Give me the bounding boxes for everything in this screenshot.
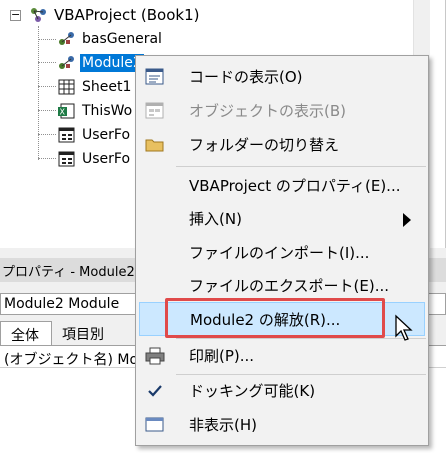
tree-collapse-button[interactable]: −: [10, 9, 21, 21]
object-name: Module2: [4, 296, 64, 312]
checkmark-icon: [145, 382, 165, 400]
workbook-icon: X: [58, 103, 76, 119]
tree-item-label: basGeneral: [82, 31, 162, 47]
object-type: Module: [68, 296, 120, 312]
code-view-icon: [145, 68, 165, 86]
menu-item-export-file[interactable]: ファイルのエクスポート(E)...: [139, 269, 425, 303]
tree-connector-line: [38, 134, 56, 135]
printer-icon: [145, 347, 165, 365]
sheet-icon: [58, 79, 76, 95]
tab-alphabetic[interactable]: 全体: [0, 321, 52, 345]
mouse-cursor-icon: [394, 314, 416, 344]
module-icon: [58, 55, 76, 71]
window-hide-icon: [145, 416, 165, 434]
properties-title: プロパティ - Module2: [2, 264, 135, 280]
tree-item-thisworkbook[interactable]: X ThisWo: [58, 100, 134, 122]
menu-item-import-file[interactable]: ファイルのインポート(I)...: [139, 236, 425, 270]
menu-item-label: ファイルのエクスポート(E)...: [189, 277, 390, 295]
menu-item-label: フォルダーの切り替え: [189, 136, 340, 154]
menu-item-toggle-folders[interactable]: フォルダーの切り替え: [139, 128, 425, 162]
context-menu: コードの表示(O) オブジェクトの表示(B) フォルダーの切り替え VBAPro…: [135, 55, 429, 446]
menu-item-label: オブジェクトの表示(B): [189, 102, 346, 120]
tree-connector-line: [38, 26, 39, 160]
tab-categorized[interactable]: 項目別: [52, 321, 116, 345]
tree-item-label: ThisWo: [82, 103, 133, 119]
menu-item-label: 非表示(H): [189, 416, 257, 434]
tree-item-basgeneral[interactable]: basGeneral: [58, 28, 164, 50]
module-icon: [58, 31, 76, 47]
menu-item-label: VBAProject のプロパティ(E)...: [189, 177, 401, 195]
vbaproject-icon: [30, 7, 48, 23]
menu-separator: [176, 166, 426, 167]
menu-item-remove-module[interactable]: Module2 の解放(R)...: [139, 302, 425, 336]
tree-connector-line: [38, 158, 56, 159]
menu-item-label: コードの表示(O): [189, 68, 303, 86]
userform-icon: [58, 127, 76, 143]
menu-item-dockable[interactable]: ドッキング可能(K): [139, 374, 425, 408]
menu-item-label: 挿入(N): [189, 210, 242, 228]
object-view-icon: [145, 102, 165, 120]
menu-item-label: 印刷(P)...: [189, 347, 255, 365]
menu-item-insert[interactable]: 挿入(N): [139, 202, 425, 236]
tree-connector-line: [38, 110, 56, 111]
tree-item-sheet1[interactable]: Sheet1: [58, 76, 133, 98]
tree-connector-line: [38, 86, 56, 87]
tree-item-label: UserFo: [82, 151, 131, 167]
tree-connector-line: [38, 39, 56, 40]
menu-item-view-object: オブジェクトの表示(B): [139, 94, 425, 128]
submenu-arrow-icon: [403, 213, 411, 227]
tree-item-module2[interactable]: Module2: [58, 52, 144, 74]
menu-item-label: ドッキング可能(K): [189, 382, 316, 400]
userform-icon: [58, 151, 76, 167]
menu-item-project-properties[interactable]: VBAProject のプロパティ(E)...: [139, 169, 425, 203]
tree-connector-line: [38, 62, 56, 63]
menu-item-view-code[interactable]: コードの表示(O): [139, 60, 425, 94]
menu-item-hide[interactable]: 非表示(H): [139, 408, 425, 442]
svg-text:X: X: [60, 108, 66, 117]
tree-item-userform[interactable]: UserFo: [58, 124, 132, 146]
tree-item-label: Sheet1: [82, 79, 132, 95]
tree-root-vbaproject[interactable]: VBAProject (Book1): [30, 4, 201, 26]
tree-item-label: UserFo: [82, 127, 131, 143]
menu-item-label: ファイルのインポート(I)...: [189, 244, 370, 262]
menu-item-label: Module2 の解放(R)...: [190, 311, 341, 329]
folder-icon: [145, 136, 165, 154]
tree-root-label: VBAProject (Book1): [54, 6, 200, 24]
properties-tabs: 全体 項目別: [0, 321, 116, 345]
menu-item-print[interactable]: 印刷(P)...: [139, 339, 425, 373]
tree-item-userform[interactable]: UserFo: [58, 148, 132, 170]
